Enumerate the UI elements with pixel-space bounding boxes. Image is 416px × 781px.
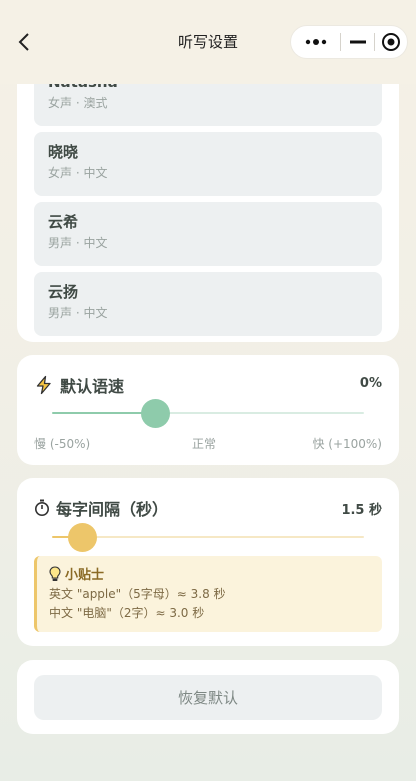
speed-track-filled xyxy=(52,412,155,414)
tip-box: 小贴士 英文 "apple"（5字母）≈ 3.8 秒 中文 "电脑"（2字）≈ … xyxy=(34,556,382,632)
speed-mid-label: 正常 xyxy=(192,437,217,451)
mini-program-capsule xyxy=(290,25,408,59)
interval-value: 1.5 秒 xyxy=(341,503,382,518)
speed-card: 默认语速 0% 慢 (-50%) 正常 快 (+100%) xyxy=(17,355,399,465)
voice-name: 云扬 xyxy=(48,283,79,301)
stopwatch-icon xyxy=(35,499,49,516)
interval-slider-thumb[interactable] xyxy=(68,523,97,552)
lightbulb-icon xyxy=(49,565,61,581)
close-program-button[interactable] xyxy=(375,25,407,59)
more-dots-icon xyxy=(305,39,326,45)
minimize-button[interactable] xyxy=(341,25,373,59)
voice-item-yunyang[interactable]: 云扬 男声 · 中文 xyxy=(34,272,382,336)
tip-heading: 小贴士 xyxy=(49,564,370,583)
nav-bar: 听写设置 xyxy=(0,0,416,84)
voice-desc: 女声 · 澳式 xyxy=(48,96,108,110)
voice-desc: 男声 · 中文 xyxy=(48,306,108,320)
interval-title: 每字间隔（秒） xyxy=(34,496,168,520)
tip-title: 小贴士 xyxy=(65,568,105,583)
lightning-icon xyxy=(36,375,51,395)
voice-item-xiaoxiao[interactable]: 晓晓 女声 · 中文 xyxy=(34,132,382,196)
reset-default-button[interactable]: 恢复默认 xyxy=(34,675,382,720)
speed-min-label: 慢 (-50%) xyxy=(34,437,91,451)
speed-slider-thumb[interactable] xyxy=(141,399,170,428)
speed-max-label: 快 (+100%) xyxy=(312,437,382,451)
tip-line-chinese: 中文 "电脑"（2字）≈ 3.0 秒 xyxy=(49,606,205,620)
speed-title: 默认语速 xyxy=(34,373,124,397)
voice-desc: 男声 · 中文 xyxy=(48,236,108,250)
speed-title-text: 默认语速 xyxy=(60,377,125,396)
voice-name: 云希 xyxy=(48,213,79,231)
reset-card: 恢复默认 xyxy=(17,660,399,734)
more-button[interactable] xyxy=(291,25,340,59)
tip-line-english: 英文 "apple"（5字母）≈ 3.8 秒 xyxy=(49,587,226,601)
voice-desc: 女声 · 中文 xyxy=(48,166,108,180)
interval-card: 每字间隔（秒） 1.5 秒 小贴士 英文 "apple"（5字母）≈ 3.8 秒… xyxy=(17,478,399,646)
interval-title-text: 每字间隔（秒） xyxy=(56,500,169,519)
target-circle-icon xyxy=(381,33,400,51)
voice-list-card: Natasha 女声 · 澳式 晓晓 女声 · 中文 云希 男声 · 中文 云扬… xyxy=(17,40,399,342)
speed-value: 0% xyxy=(359,376,382,391)
interval-track[interactable] xyxy=(82,536,364,538)
speed-track[interactable] xyxy=(155,412,364,414)
voice-item-yunxi[interactable]: 云希 男声 · 中文 xyxy=(34,202,382,266)
minus-icon xyxy=(349,40,366,44)
voice-name: 晓晓 xyxy=(48,143,79,161)
